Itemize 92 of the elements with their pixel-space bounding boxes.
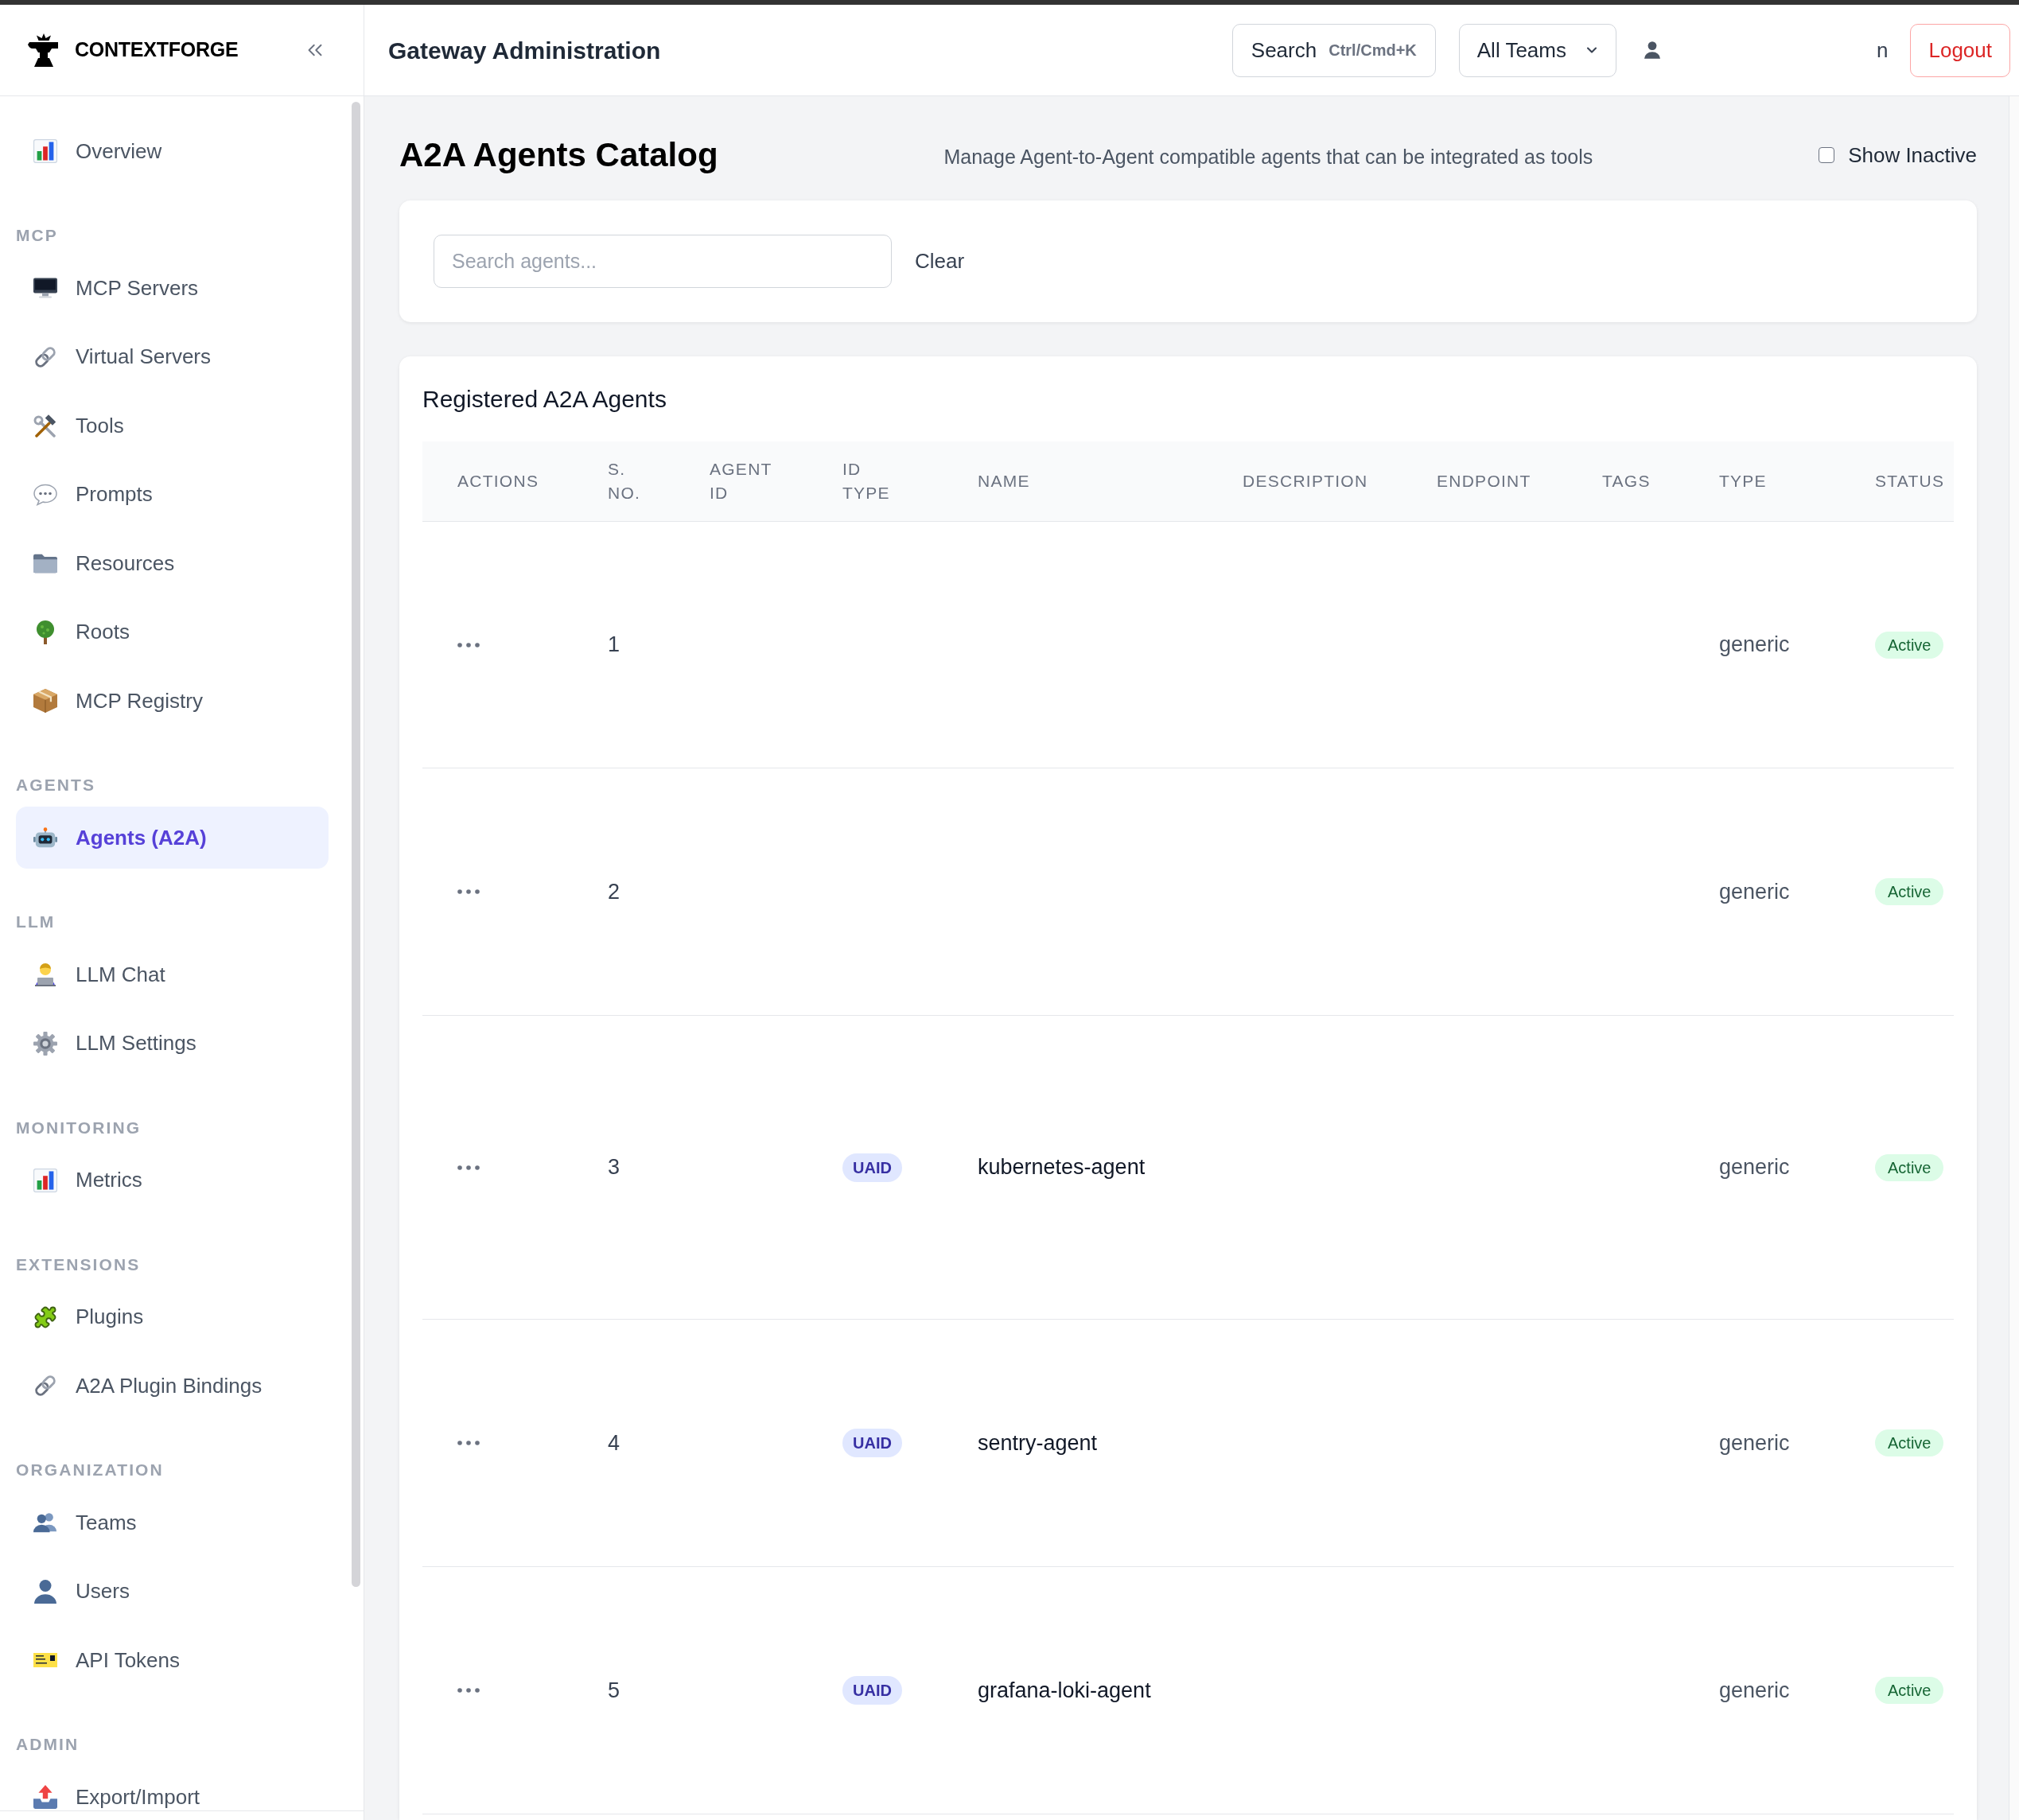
logout-button[interactable]: Logout — [1910, 23, 2010, 77]
sidebar-item[interactable]: MCP Registry — [16, 670, 329, 732]
sidebar-item[interactable]: Export/Import — [16, 1766, 329, 1810]
agent-name: kubernetes-agent — [978, 1154, 1146, 1181]
agent-name: sentry-agent — [978, 1429, 1098, 1456]
status-badge: Active — [1875, 1677, 1944, 1704]
user-icon[interactable] — [1644, 41, 1660, 59]
sidebar-item[interactable]: API Tokens — [16, 1629, 329, 1691]
sidebar-item[interactable]: Prompts — [16, 463, 329, 526]
agent-type: generic — [1719, 632, 1790, 659]
sidebar-item[interactable]: Virtual Servers — [16, 325, 329, 388]
checkbox-label: Show Inactive — [1848, 142, 1977, 169]
speech-bubble-icon — [33, 482, 57, 507]
row-number: 1 — [608, 632, 620, 659]
status-badge: Active — [1875, 1153, 1944, 1181]
sidebar-item[interactable]: Teams — [16, 1491, 329, 1554]
section-heading: ADMIN — [16, 1734, 80, 1755]
sidebar-item[interactable]: A2A Plugin Bindings — [16, 1355, 329, 1417]
row-number: 4 — [608, 1429, 620, 1456]
person-with-laptop-icon — [33, 962, 57, 986]
user-icon — [33, 1579, 57, 1604]
page-title: A2A Agents Catalog — [399, 135, 718, 175]
column-header: S. NO. — [608, 459, 641, 504]
puzzle-icon — [33, 1305, 57, 1329]
sidebar-item[interactable]: Tools — [16, 395, 329, 457]
agent-type: generic — [1719, 1154, 1790, 1181]
column-header: STATUS — [1875, 471, 1945, 492]
table-title: Registered A2A Agents — [422, 385, 667, 414]
search-button[interactable]: Search Ctrl/Cmd+K — [1231, 23, 1436, 77]
status-badge: Active — [1875, 878, 1944, 905]
sidebar-scrollbar[interactable] — [352, 102, 360, 1587]
row-number: 5 — [608, 1677, 620, 1704]
agent-name: grafana-loki-agent — [978, 1677, 1151, 1704]
anvil-icon — [28, 33, 60, 67]
column-header: AGENT ID — [710, 459, 772, 504]
sidebar-item[interactable]: Plugins — [16, 1285, 329, 1348]
ellipsis-icon — [457, 642, 480, 648]
status-badge: Active — [1875, 1429, 1944, 1456]
id-type-badge: UAID — [842, 1153, 902, 1182]
link-icon — [33, 344, 57, 369]
row-number: 2 — [608, 878, 620, 905]
column-header: DESCRIPTION — [1243, 471, 1368, 492]
agent-type: generic — [1719, 1429, 1790, 1456]
clear-button[interactable]: Clear — [915, 246, 965, 277]
section-heading: MCP — [16, 225, 59, 246]
team-selector[interactable]: All Teams — [1458, 23, 1616, 77]
id-type-badge: UAID — [842, 1676, 902, 1705]
settings-icon — [33, 1031, 57, 1056]
section-heading: AGENTS — [16, 775, 97, 795]
section-heading: MONITORING — [16, 1117, 142, 1138]
ellipsis-icon — [457, 1688, 480, 1693]
agent-type: generic — [1719, 1677, 1790, 1704]
robot-icon — [33, 826, 57, 850]
agent-type: generic — [1719, 878, 1790, 905]
outbox-tray-icon — [33, 1785, 57, 1809]
sidebar-item[interactable]: Metrics — [16, 1149, 329, 1211]
column-header: NAME — [978, 471, 1030, 492]
column-header: ACTIONS — [457, 471, 539, 492]
user-name: n — [1877, 37, 1889, 64]
hammer-and-wrench-icon — [33, 414, 57, 438]
sidebar-item[interactable]: Agents (A2A) — [16, 807, 329, 869]
sidebar-item[interactable]: Resources — [16, 532, 329, 594]
ellipsis-icon — [457, 1165, 480, 1170]
bar-chart-icon — [33, 139, 57, 163]
keyboard-shortcut: Ctrl/Cmd+K — [1328, 41, 1417, 60]
sidebar-item[interactable]: Roots — [16, 601, 329, 663]
sidebar-item[interactable]: LLM Chat — [16, 943, 329, 1005]
row-number: 3 — [608, 1154, 620, 1181]
bar-chart-icon — [33, 1168, 57, 1192]
search-field[interactable]: Search agents... — [434, 235, 892, 288]
column-header: ENDPOINT — [1437, 471, 1531, 492]
ellipsis-icon — [457, 889, 480, 894]
ellipsis-icon — [457, 1441, 480, 1445]
sidebar-item[interactable]: MCP Servers — [16, 257, 329, 319]
app-title: Gateway Administration — [388, 36, 661, 65]
package-icon — [33, 689, 57, 713]
section-heading: EXTENSIONS — [16, 1254, 142, 1275]
sidebar-item[interactable]: Users — [16, 1560, 329, 1623]
people-icon — [33, 1511, 57, 1534]
column-header: TAGS — [1602, 471, 1651, 492]
section-heading: LLM — [16, 912, 56, 932]
id-type-badge: UAID — [842, 1429, 902, 1457]
column-header: TYPE — [1719, 471, 1767, 492]
link-icon — [33, 1374, 57, 1398]
column-header: ID TYPE — [842, 459, 890, 504]
page-description: Manage Agent-to-Agent compatible agents that can be integrated as tools — [943, 145, 1593, 170]
section-heading: ORGANIZATION — [16, 1460, 165, 1480]
monitor-icon — [33, 276, 57, 300]
status-badge: Active — [1875, 631, 1944, 659]
brand-name: CONTEXTFORGE — [75, 37, 239, 63]
sidebar-item[interactable]: LLM Settings — [16, 1012, 329, 1075]
sidebar-item[interactable]: Overview — [16, 120, 329, 182]
